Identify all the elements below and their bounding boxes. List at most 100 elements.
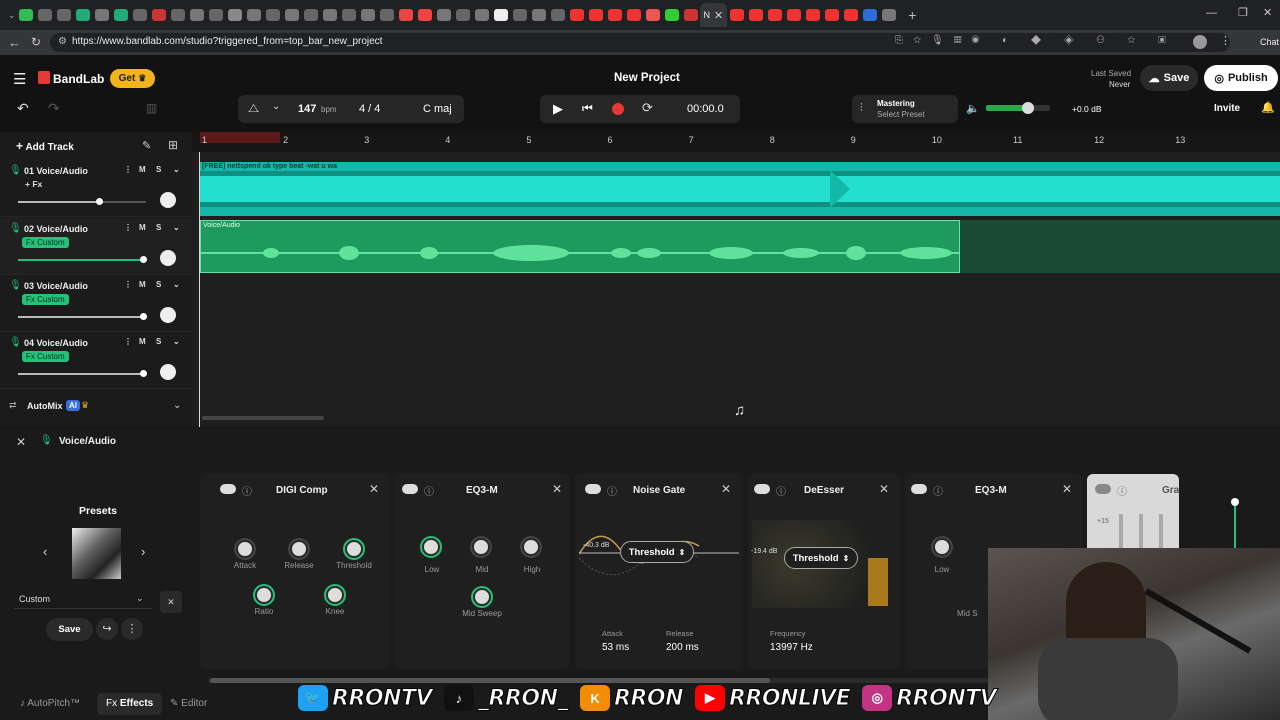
browser-tab[interactable] — [664, 9, 679, 21]
tab-dropdown-icon[interactable]: ⌄ — [8, 10, 16, 21]
frequency-value[interactable]: 13997 Hz — [770, 642, 813, 653]
output-meter-handle[interactable] — [1231, 498, 1239, 506]
browser-tab[interactable] — [170, 9, 185, 21]
metronome-dropdown-icon[interactable]: ⌄ — [272, 101, 280, 112]
track-name[interactable]: 02 Voice/Audio — [24, 224, 88, 234]
publish-button[interactable]: ◎ Publish — [1204, 65, 1278, 91]
fx-add-button[interactable]: + Fx — [25, 179, 42, 189]
browser-tab[interactable] — [94, 9, 109, 21]
browser-tab-active[interactable]: N ✕ — [699, 3, 728, 27]
browser-tab[interactable] — [683, 9, 698, 21]
browser-tab[interactable] — [436, 9, 451, 21]
save-project-button[interactable]: ☁ Save — [1140, 65, 1198, 91]
key-signature[interactable]: C maj — [423, 103, 452, 115]
rewind-icon[interactable]: ⏮ — [582, 101, 593, 116]
track-volume-slider[interactable] — [18, 316, 146, 318]
browser-tab[interactable] — [284, 9, 299, 21]
automix-row[interactable]: ⇄ AutoMix AI ♛ ⌄ — [0, 397, 192, 419]
fx-custom-badge[interactable]: Fx Custom — [22, 294, 69, 305]
close-tab-icon[interactable]: ✕ — [714, 9, 723, 22]
plugin-toggle[interactable] — [911, 484, 927, 494]
mute-button[interactable]: M — [139, 223, 146, 232]
deesser-plugin[interactable]: ⓘ DeEsser ✕ -19.4 dB Threshold ⇕ Frequenc… — [748, 474, 900, 669]
timeline-ruler[interactable]: 1 2 3 4 5 6 7 8 9 10 11 12 13 — [192, 132, 1280, 152]
track-header[interactable]: 🎙 03 Voice/Audio Fx Custom ⋮ M S ⌄ — [0, 275, 192, 332]
browser-tab[interactable] — [246, 9, 261, 21]
mute-button[interactable]: M — [139, 165, 146, 174]
release-knob[interactable] — [290, 540, 308, 558]
empty-track-lane[interactable] — [960, 220, 1280, 273]
share-icon[interactable]: ↪ — [96, 618, 118, 640]
plugin-toggle[interactable] — [585, 484, 601, 494]
preset-next-icon[interactable]: › — [141, 544, 145, 559]
tab-editor[interactable]: ✎ Editor — [170, 698, 207, 709]
mid-sweep-knob[interactable] — [473, 588, 491, 606]
track-settings-icon[interactable]: ⊞ — [168, 138, 178, 152]
info-icon[interactable]: ⓘ — [424, 483, 434, 498]
attack-value[interactable]: 53 ms — [602, 642, 629, 653]
invite-button[interactable]: Invite — [1214, 103, 1240, 114]
track-header[interactable]: 🎙 04 Voice/Audio Fx Custom ⋮ M S ⌄ — [0, 332, 192, 389]
expand-chevron-icon[interactable]: ⌄ — [173, 165, 180, 174]
high-knob[interactable] — [522, 538, 540, 556]
pan-knob[interactable] — [160, 250, 176, 266]
bypass-fx-icon[interactable]: ✕ — [160, 591, 182, 613]
browser-tab[interactable] — [844, 9, 859, 21]
remove-plugin-icon[interactable]: ✕ — [721, 482, 731, 496]
mid-knob[interactable] — [472, 538, 490, 556]
remove-plugin-icon[interactable]: ✕ — [552, 482, 562, 496]
get-button[interactable]: Get ♛ — [110, 69, 155, 88]
track-volume-slider[interactable] — [18, 201, 146, 203]
time-signature[interactable]: 4 / 4 — [359, 103, 380, 115]
browser-tab[interactable] — [322, 9, 337, 21]
browser-tab[interactable] — [588, 9, 603, 21]
browser-tab[interactable] — [863, 9, 878, 21]
browser-tab[interactable] — [768, 9, 783, 21]
undo-icon[interactable]: ↶ — [17, 100, 29, 117]
remove-plugin-icon[interactable]: ✕ — [369, 482, 379, 496]
record-icon[interactable] — [612, 103, 624, 115]
plugin-toggle[interactable] — [1095, 484, 1111, 494]
solo-button[interactable]: S — [156, 223, 161, 232]
chat-label[interactable]: Chat — [1260, 37, 1279, 47]
info-icon[interactable]: ⓘ — [1117, 483, 1127, 498]
browser-tab[interactable] — [189, 9, 204, 21]
remove-plugin-icon[interactable]: ✕ — [879, 482, 889, 496]
add-loop-icon[interactable]: ♫ — [734, 402, 745, 419]
expand-chevron-icon[interactable]: ⌄ — [173, 280, 180, 289]
preset-save-button[interactable]: Save — [46, 618, 93, 641]
low-knob[interactable] — [933, 538, 951, 556]
tab-effects[interactable]: Fx Effects — [97, 693, 163, 715]
extension-icons[interactable]: ⎘☆🎙▦◉ ◐ ◆ ◈ ⚇ ☆ ▣ — [895, 35, 1176, 46]
info-icon[interactable]: ⓘ — [242, 483, 252, 498]
browser-tab[interactable] — [37, 9, 52, 21]
preset-select[interactable]: Custom ⌄ — [14, 591, 152, 609]
hamburger-menu-icon[interactable]: ☰ — [13, 70, 26, 88]
solo-button[interactable]: S — [156, 280, 161, 289]
reload-icon[interactable]: ↻ — [31, 35, 41, 49]
vocal-audio-region[interactable]: Voice/Audio — [200, 220, 960, 273]
gate-threshold-control[interactable]: Threshold ⇕ — [620, 541, 694, 563]
release-value[interactable]: 200 ms — [666, 642, 699, 653]
remove-plugin-icon[interactable]: ✕ — [1062, 482, 1072, 496]
notifications-icon[interactable]: 🔔 — [1261, 101, 1275, 114]
playhead[interactable] — [199, 152, 200, 427]
browser-tab[interactable] — [882, 9, 897, 21]
mute-button[interactable]: M — [139, 280, 146, 289]
project-title[interactable]: New Project — [614, 72, 680, 84]
plugin-toggle[interactable] — [220, 484, 236, 494]
automix-chevron-icon[interactable]: ⌄ — [173, 400, 181, 411]
close-panel-icon[interactable]: ✕ — [16, 435, 26, 449]
browser-tab[interactable] — [455, 9, 470, 21]
track-header[interactable]: 🎙 02 Voice/Audio Fx Custom ⋮ M S ⌄ — [0, 218, 192, 275]
menu-dots-icon[interactable]: ⋮ — [1220, 34, 1231, 47]
expand-chevron-icon[interactable]: ⌄ — [173, 337, 180, 346]
browser-tab[interactable] — [227, 9, 242, 21]
maximize-icon[interactable]: ❐ — [1238, 6, 1248, 19]
eq3-plugin[interactable]: ⓘ EQ3-M ✕ Low Mid High Mid Sweep — [394, 474, 570, 669]
beat-audio-region[interactable]: [FREE] nettspend ok type beat -wat u wa — [200, 162, 1280, 216]
pan-knob[interactable] — [160, 307, 176, 323]
horizontal-scrollbar[interactable] — [202, 416, 324, 420]
ratio-knob[interactable] — [255, 586, 273, 604]
browser-tab[interactable] — [75, 9, 90, 21]
